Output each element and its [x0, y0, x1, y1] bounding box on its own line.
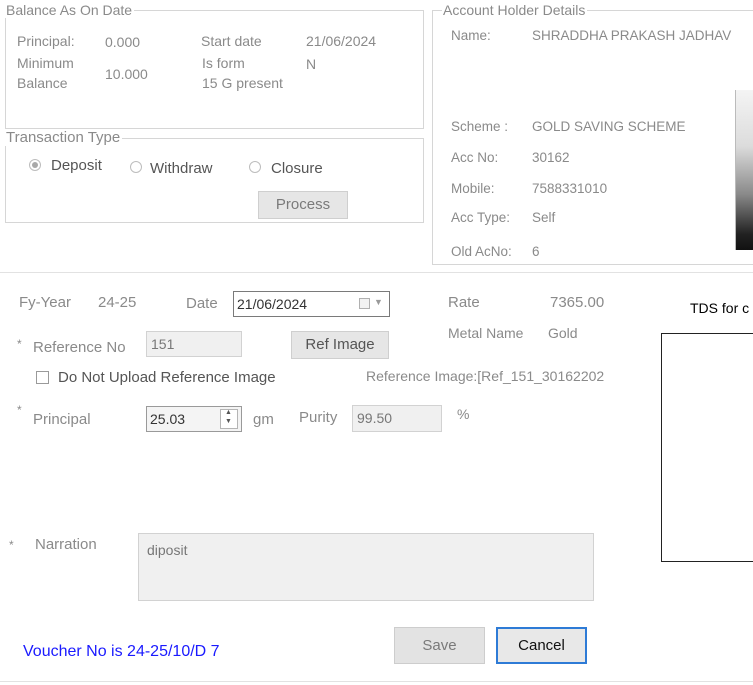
principal-label: Principal:: [17, 33, 75, 49]
narration-required-mark: *: [9, 538, 14, 552]
reference-no-required-mark: *: [17, 337, 22, 351]
voucher-number-text: Voucher No is 24-25/10/D 7: [23, 643, 220, 660]
principal-stepper[interactable]: 25.03 ▲ ▼: [146, 406, 242, 432]
rate-value: 7365.00: [550, 294, 605, 311]
name-value: SHRADDHA PRAKASH JADHAV: [532, 28, 732, 43]
account-holder-legend: Account Holder Details: [442, 2, 588, 18]
acc-no-value: 30162: [532, 150, 570, 165]
is-form-label: Is form: [202, 55, 245, 71]
minimum-balance-label: Minimum: [17, 55, 74, 71]
do-not-upload-checkbox[interactable]: [36, 371, 49, 384]
chevron-down-icon[interactable]: ▼: [225, 418, 232, 425]
withdraw-label[interactable]: Withdraw: [150, 160, 213, 177]
purity-label: Purity: [299, 409, 338, 426]
narration-value: diposit: [147, 542, 188, 558]
reference-no-label: Reference No: [33, 339, 126, 356]
transaction-type-groupbox: Transaction Type: [5, 130, 424, 223]
account-holder-groupbox: Account Holder Details: [432, 2, 753, 265]
mobile-label: Mobile:: [451, 181, 495, 196]
purity-input[interactable]: 99.50: [352, 405, 442, 432]
date-label: Date: [186, 295, 218, 312]
bottom-divider: [0, 681, 753, 682]
minimum-balance-value: 10.000: [105, 66, 148, 82]
closure-radio[interactable]: [249, 161, 261, 173]
narration-textarea[interactable]: diposit: [138, 533, 594, 601]
account-holder-photo: [735, 90, 753, 250]
deposit-radio[interactable]: [29, 159, 41, 171]
date-picker[interactable]: 21/06/2024 ▼: [233, 291, 390, 317]
transaction-type-legend: Transaction Type: [5, 129, 123, 146]
scheme-value: GOLD SAVING SCHEME: [532, 119, 686, 134]
tds-label: TDS for c: [690, 300, 750, 316]
start-date-value: 21/06/2024: [306, 33, 377, 49]
percent-label: %: [457, 406, 470, 422]
balance-legend: Balance As On Date: [5, 2, 135, 18]
fy-year-label: Fy-Year: [19, 294, 71, 311]
principal-form-label: Principal: [33, 411, 91, 428]
rate-label: Rate: [448, 294, 480, 311]
chevron-up-icon[interactable]: ▲: [225, 409, 232, 416]
is-form-label-2: 15 G present: [202, 75, 283, 91]
is-form-value: N: [306, 56, 317, 72]
reference-image-text: Reference Image:[Ref_151_30162202: [366, 368, 605, 384]
closure-label[interactable]: Closure: [271, 160, 323, 177]
process-button[interactable]: Process: [258, 191, 348, 219]
date-picker-value: 21/06/2024: [237, 296, 308, 312]
principal-required-mark: *: [17, 403, 22, 417]
tds-panel: [661, 333, 753, 562]
fy-year-value: 24-25: [98, 294, 137, 311]
start-date-label: Start date: [201, 33, 262, 49]
principal-balance-value: 0.000: [105, 34, 141, 50]
metal-name-label: Metal Name: [448, 325, 524, 341]
do-not-upload-label[interactable]: Do Not Upload Reference Image: [58, 369, 276, 386]
section-divider: [0, 272, 753, 273]
stepper-buttons[interactable]: ▲ ▼: [220, 409, 238, 429]
acc-type-label: Acc Type:: [451, 210, 511, 225]
name-label: Name:: [451, 28, 491, 43]
gm-unit-label: gm: [253, 411, 274, 428]
scheme-label: Scheme :: [451, 119, 509, 134]
save-button[interactable]: Save: [394, 627, 485, 664]
cancel-button[interactable]: Cancel: [496, 627, 587, 664]
ref-image-button[interactable]: Ref Image: [291, 331, 389, 359]
withdraw-radio[interactable]: [130, 161, 142, 173]
old-acno-label: Old AcNo:: [451, 244, 512, 259]
deposit-label[interactable]: Deposit: [51, 157, 102, 174]
mobile-value: 7588331010: [532, 181, 608, 196]
chevron-down-icon[interactable]: ▼: [374, 297, 383, 307]
calendar-icon[interactable]: [359, 298, 370, 309]
narration-label: Narration: [35, 536, 97, 553]
principal-stepper-value: 25.03: [150, 411, 186, 427]
minimum-balance-label-2: Balance: [17, 75, 68, 91]
reference-no-input[interactable]: 151: [146, 331, 242, 357]
acc-no-label: Acc No:: [451, 150, 499, 165]
acc-type-value: Self: [532, 210, 556, 225]
metal-name-value: Gold: [548, 325, 578, 341]
old-acno-value: 6: [532, 244, 540, 259]
